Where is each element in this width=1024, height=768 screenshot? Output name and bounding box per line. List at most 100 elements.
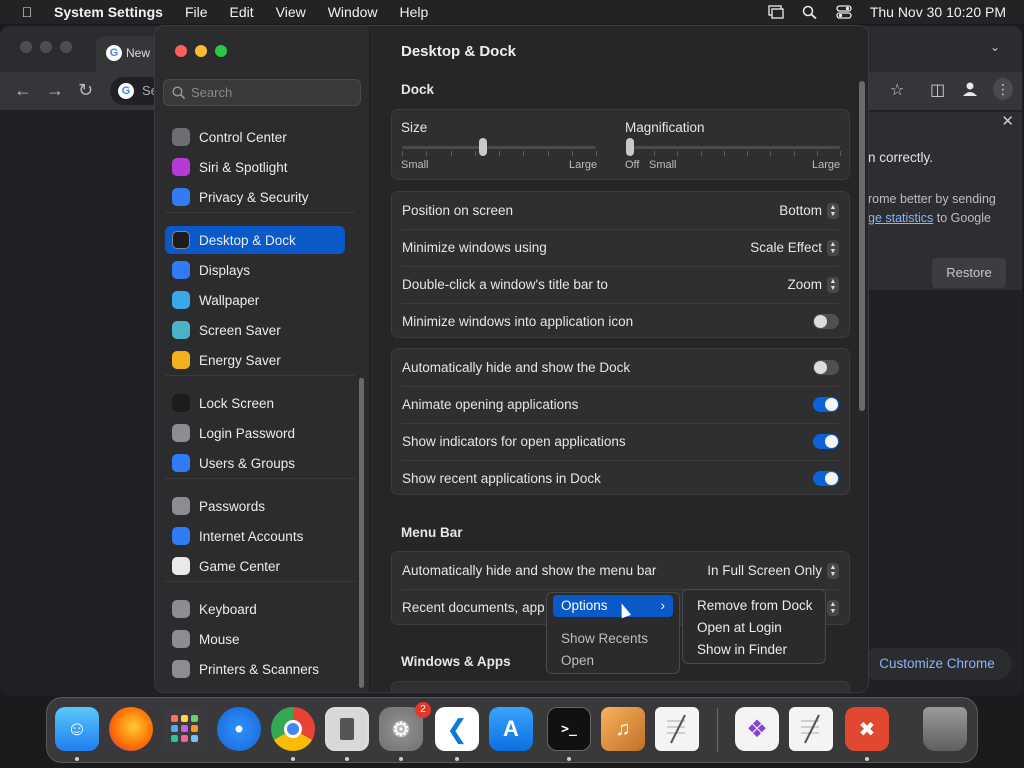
textedit-icon[interactable]: [655, 707, 699, 751]
show-recents-menu-item[interactable]: Show Recents: [553, 628, 673, 650]
usage-statistics-link[interactable]: ge statistics: [868, 211, 933, 225]
double-click-label: Double-click a window's title bar to: [402, 277, 608, 292]
size-slider-thumb[interactable]: [479, 138, 488, 156]
tab-search-chevron-icon[interactable]: ⌄: [990, 40, 1000, 54]
menu-view[interactable]: View: [265, 4, 317, 20]
sidebar-item-label: Screen Saver: [199, 322, 281, 338]
updown-chevron-icon: ▲ ▼: [827, 599, 839, 616]
infobar-line3-tail: to Google: [933, 211, 991, 225]
profile-icon[interactable]: [961, 80, 979, 98]
minimize-button[interactable]: [195, 45, 207, 57]
sidebar-item-padlock[interactable]: Login Password: [165, 419, 345, 447]
customize-chrome-button[interactable]: Customize Chrome: [862, 648, 1012, 680]
vscode-icon[interactable]: ❮: [435, 707, 479, 751]
menu-app-name[interactable]: System Settings: [54, 4, 174, 20]
menu-help[interactable]: Help: [389, 4, 440, 20]
sidebar-item-users[interactable]: Users & Groups: [165, 449, 345, 477]
minimize-into-icon-toggle[interactable]: [813, 314, 839, 329]
bookmark-star-icon[interactable]: ☆: [890, 80, 904, 100]
sidebar-item-keyboard[interactable]: Keyboard: [165, 595, 345, 623]
search-input[interactable]: [191, 85, 351, 100]
screen-mirroring-icon[interactable]: [768, 5, 784, 19]
reload-icon[interactable]: ↻: [78, 80, 93, 101]
sidebar-scrollbar[interactable]: [359, 378, 364, 688]
double-click-popup[interactable]: Zoom ▲ ▼: [787, 276, 839, 293]
chrome-infobar: ✕ n correctly. rome better by sending ge…: [868, 112, 1022, 290]
position-label: Position on screen: [402, 203, 514, 218]
trash-icon[interactable]: [923, 707, 967, 751]
visual-studio-icon[interactable]: ❖: [735, 707, 779, 751]
magnification-large-label: Large: [812, 159, 841, 171]
chrome-tab[interactable]: G New: [96, 36, 156, 72]
sidebar-item-control-center[interactable]: Control Center: [165, 123, 345, 151]
magnification-slider-track[interactable]: [626, 146, 840, 149]
main-scrollbar[interactable]: [859, 81, 865, 411]
sidebar-item-flower[interactable]: Wallpaper: [165, 286, 345, 314]
remote-desktop-icon[interactable]: ✖: [845, 707, 889, 751]
sidebar-item-hand[interactable]: Privacy & Security: [165, 183, 345, 211]
remove-from-dock-menu-item[interactable]: Remove from Dock: [689, 595, 819, 617]
show-indicators-label: Show indicators for open applications: [402, 434, 626, 449]
sidebar-item-game-center[interactable]: Game Center: [165, 552, 345, 580]
chrome-zoom-button[interactable]: [60, 41, 72, 53]
minimize-effect-popup[interactable]: Scale Effect ▲ ▼: [750, 239, 839, 256]
sidebar-item-screensaver[interactable]: Screen Saver: [165, 316, 345, 344]
double-click-row: Double-click a window's title bar to Zoo…: [392, 266, 849, 303]
show-recent-apps-toggle[interactable]: [813, 471, 839, 486]
garageband-icon[interactable]: ♫: [601, 707, 645, 751]
flower-icon: [172, 291, 190, 309]
menu-file[interactable]: File: [174, 4, 219, 20]
menubar-autohide-popup[interactable]: In Full Screen Only ▲ ▼: [707, 562, 839, 579]
options-menu-item[interactable]: Options ›: [553, 595, 673, 617]
animate-opening-toggle[interactable]: [813, 397, 839, 412]
app-store-icon[interactable]: A: [489, 707, 533, 751]
open-menu-item[interactable]: Open: [553, 650, 673, 672]
open-at-login-menu-item[interactable]: Open at Login: [689, 617, 819, 639]
mouse-icon: [172, 630, 190, 648]
chrome-close-button[interactable]: [20, 41, 32, 53]
control-center-menubar-icon[interactable]: [836, 5, 852, 19]
sidebar-item-siri[interactable]: Siri & Spotlight: [165, 153, 345, 181]
chrome-minimize-button[interactable]: [40, 41, 52, 53]
system-information-icon[interactable]: [325, 707, 369, 751]
show-indicators-toggle[interactable]: [813, 434, 839, 449]
firefox-icon[interactable]: [109, 707, 153, 751]
finder-icon[interactable]: ☺: [55, 707, 99, 751]
hand-icon: [172, 188, 190, 206]
menu-edit[interactable]: Edit: [219, 4, 265, 20]
sidebar-item-sun[interactable]: Displays: [165, 256, 345, 284]
safari-icon[interactable]: [217, 707, 261, 751]
close-button[interactable]: [175, 45, 187, 57]
magnification-off-label: Off: [625, 159, 640, 171]
sidebar-item-at[interactable]: Internet Accounts: [165, 522, 345, 550]
sidebar-item-printer[interactable]: Printers & Scanners: [165, 655, 345, 683]
textedit-document-icon[interactable]: [789, 707, 833, 751]
position-popup[interactable]: Bottom ▲ ▼: [779, 202, 839, 219]
recent-documents-popup[interactable]: ▲ ▼: [827, 599, 839, 616]
autohide-dock-toggle[interactable]: [813, 360, 839, 375]
show-in-finder-menu-item[interactable]: Show in Finder: [689, 639, 819, 661]
forward-arrow-icon[interactable]: →: [46, 80, 64, 101]
sidebar-item-lock[interactable]: Lock Screen: [165, 389, 345, 417]
launchpad-icon[interactable]: [163, 707, 207, 751]
settings-search[interactable]: [163, 79, 361, 106]
bulb-icon: [172, 351, 190, 369]
back-arrow-icon[interactable]: ←: [14, 80, 32, 101]
menubar-clock[interactable]: Thu Nov 30 10:20 PM: [870, 4, 1006, 20]
restore-button[interactable]: Restore: [932, 258, 1006, 288]
menu-window[interactable]: Window: [317, 4, 389, 20]
chrome-menu-kebab-icon[interactable]: ⋮: [993, 78, 1013, 100]
spotlight-search-icon[interactable]: [802, 5, 818, 20]
sidebar-item-key[interactable]: Passwords: [165, 492, 345, 520]
apple-icon[interactable]: : [0, 4, 54, 20]
sidebar-item-bulb[interactable]: Energy Saver: [165, 346, 345, 374]
side-panel-icon[interactable]: ◫: [930, 80, 945, 100]
size-slider-track[interactable]: [402, 146, 596, 149]
zoom-button[interactable]: [215, 45, 227, 57]
sidebar-item-mouse[interactable]: Mouse: [165, 625, 345, 653]
chrome-icon[interactable]: [271, 707, 315, 751]
magnification-slider-thumb[interactable]: [626, 138, 634, 156]
terminal-icon[interactable]: >_: [547, 707, 591, 751]
sidebar-item-dock[interactable]: Desktop & Dock: [165, 226, 345, 254]
infobar-close-icon[interactable]: ✕: [1001, 112, 1014, 130]
